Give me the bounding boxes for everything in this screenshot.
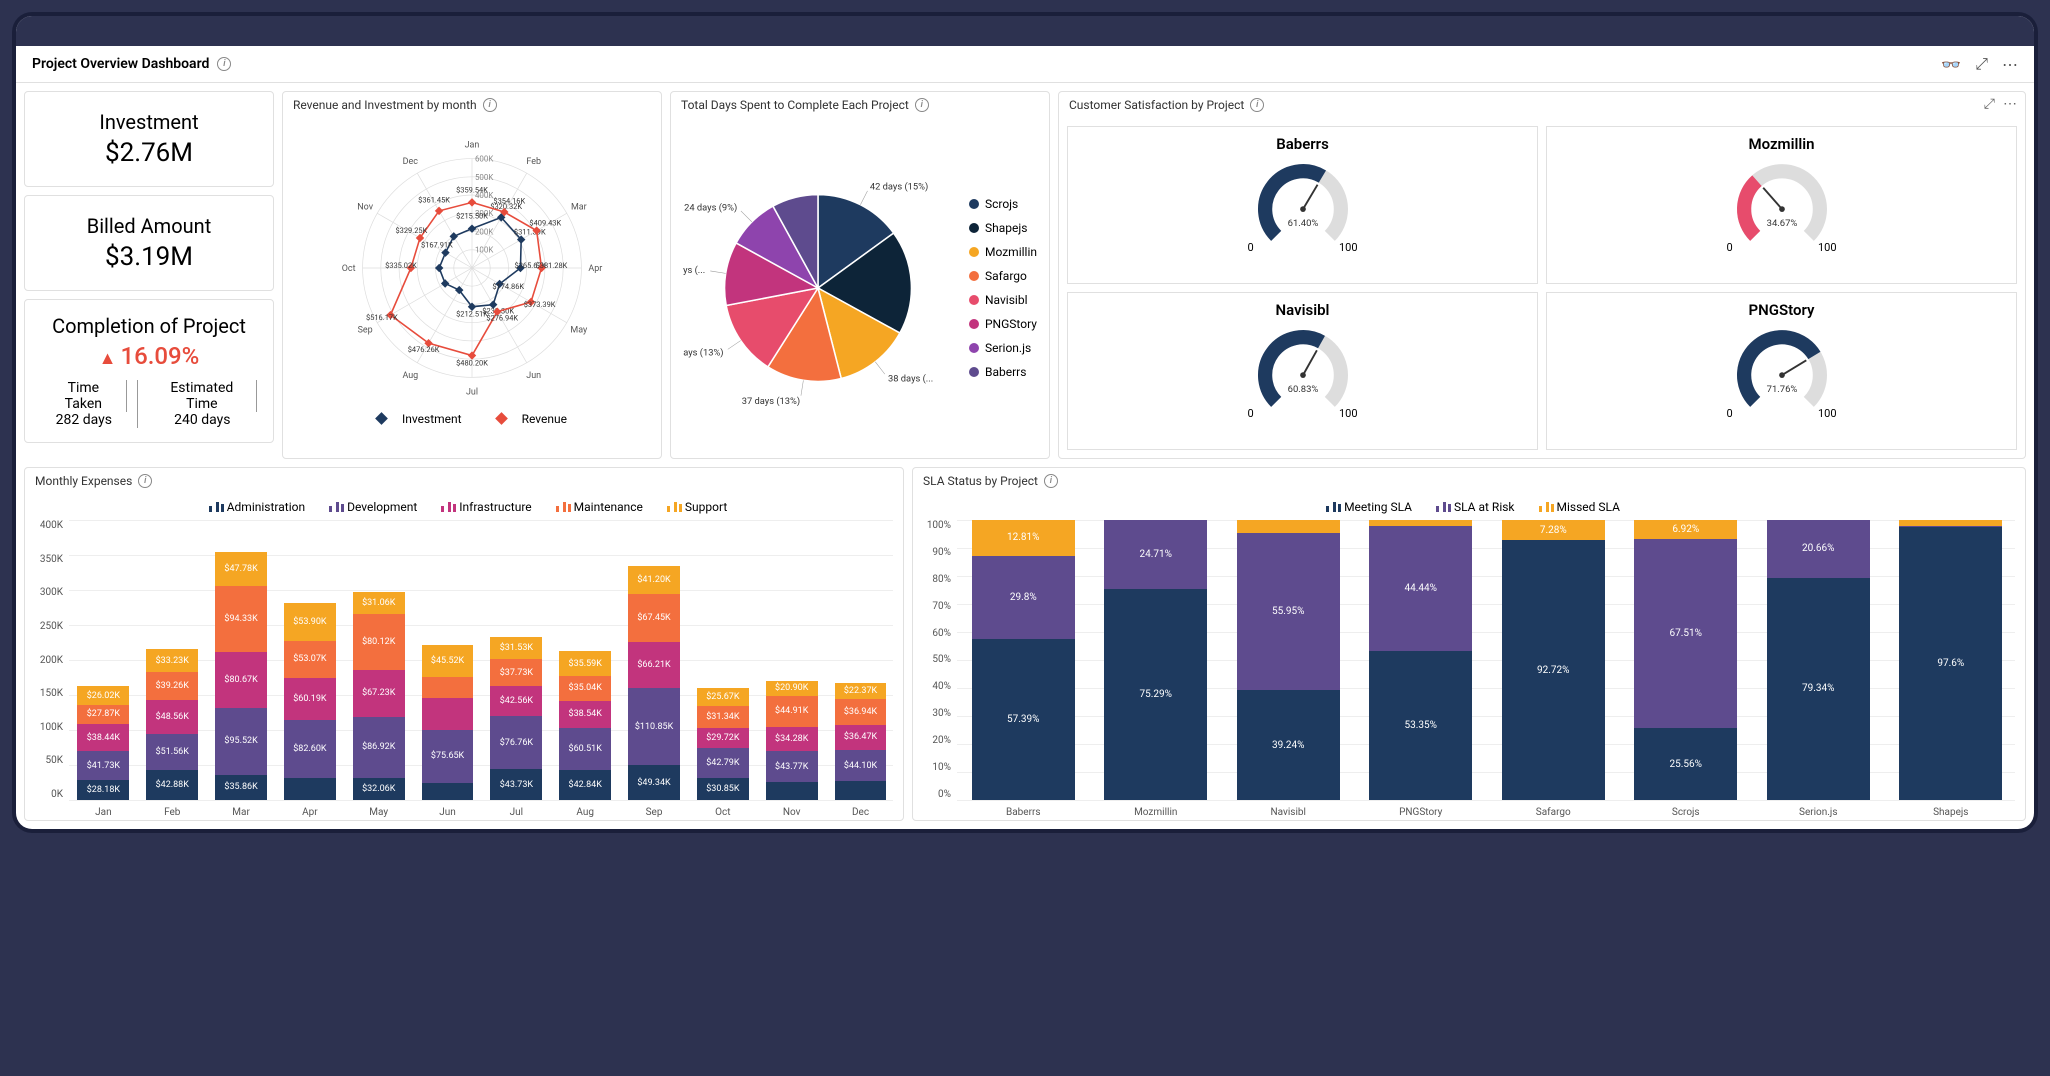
svg-text:$212.51K: $212.51K (456, 310, 488, 319)
page-title: Project Overview Dashboard (32, 56, 209, 72)
svg-text:24 days (9%): 24 days (9%) (684, 202, 737, 213)
sla-card: SLA Status by Project i Meeting SLASLA a… (912, 467, 2026, 821)
gauges-card: Customer Satisfaction by Project i ⤢ ⋯ B… (1058, 91, 2026, 459)
svg-text:$354.16K: $354.16K (493, 196, 525, 205)
svg-text:Jun: Jun (526, 371, 541, 381)
kpi-billed: Billed Amount $3.19M (24, 195, 274, 291)
svg-text:$381.28K: $381.28K (536, 261, 568, 270)
dashboard-header: Project Overview Dashboard i 👓 ⤢ ⋯ (16, 46, 2034, 83)
expand-icon[interactable]: ⤢ (1975, 54, 1988, 74)
radar-card: Revenue and Investment by month i 100K20… (282, 91, 662, 459)
svg-text:31 days (...: 31 days (... (683, 265, 705, 276)
svg-text:$409.43K: $409.43K (529, 219, 561, 228)
gauge-mozmillin: Mozmillin 34.67% 0100 (1546, 126, 2017, 284)
gauge-pngstory: PNGStory 71.76% 0100 (1546, 292, 2017, 450)
svg-text:$311.39K: $311.39K (514, 228, 546, 237)
svg-text:500K: 500K (475, 173, 493, 182)
svg-text:Jan: Jan (465, 141, 480, 151)
svg-text:$215.50K: $215.50K (456, 212, 488, 221)
info-icon[interactable]: i (138, 474, 152, 488)
svg-text:May: May (570, 326, 588, 336)
pie-legend: ScrojsShapejsMozmillinSafargoNavisiblPNG… (969, 197, 1037, 379)
svg-text:$480.20K: $480.20K (456, 358, 488, 367)
info-icon[interactable]: i (1250, 98, 1264, 112)
gauge-navisibl: Navisibl 60.83% 0100 (1067, 292, 1538, 450)
svg-text:$167.91K: $167.91K (421, 241, 453, 250)
info-icon[interactable]: i (1044, 474, 1058, 488)
expand-icon[interactable]: ⤢ (1984, 96, 1995, 112)
svg-text:38 days (...: 38 days (... (888, 373, 933, 384)
sla-chart: 0%10%20%30%40%50%60%70%80%90%100%57.39%2… (913, 520, 2025, 820)
glasses-icon[interactable]: 👓 (1941, 55, 1961, 74)
svg-text:$359.54K: $359.54K (456, 185, 488, 194)
svg-text:71.76%: 71.76% (1766, 384, 1797, 395)
svg-text:Oct: Oct (342, 264, 356, 274)
kpi-investment: Investment $2.76M (24, 91, 274, 187)
svg-text:60.83%: 60.83% (1287, 384, 1318, 395)
more-icon[interactable]: ⋯ (2002, 55, 2018, 74)
info-icon[interactable]: i (483, 98, 497, 112)
svg-text:Sep: Sep (358, 326, 373, 336)
svg-text:37 days (13%): 37 days (13%) (683, 347, 724, 358)
info-icon[interactable]: i (915, 98, 929, 112)
svg-text:Aug: Aug (402, 371, 418, 381)
expenses-card: Monthly Expenses i AdministrationDevelop… (24, 467, 904, 821)
svg-text:$335.02K: $335.02K (385, 261, 417, 270)
pie-chart: 42 days (15%) 38 days (... 37 days (13%) 37… (683, 148, 953, 428)
expenses-legend: AdministrationDevelopmentInfrastructureM… (25, 494, 903, 520)
window-titlebar (16, 16, 2034, 46)
pie-card: Total Days Spent to Complete Each Projec… (670, 91, 1050, 459)
svg-text:42 days (15%): 42 days (15%) (870, 181, 928, 192)
svg-text:$276.94K: $276.94K (486, 313, 518, 322)
info-icon[interactable]: i (217, 57, 231, 71)
radar-chart: 100K200K300K400K500K600KJanFebMarAprMayJ… (283, 118, 661, 408)
svg-text:Mar: Mar (571, 202, 587, 212)
svg-text:$329.25K: $329.25K (395, 226, 427, 235)
triangle-up-icon: ▲ (99, 348, 117, 369)
more-icon[interactable]: ⋯ (2003, 96, 2017, 112)
svg-text:Dec: Dec (403, 157, 419, 167)
gauge-baberrs: Baberrs 61.40% 0100 (1067, 126, 1538, 284)
svg-text:Feb: Feb (526, 157, 541, 167)
svg-text:$174.86K: $174.86K (492, 282, 524, 291)
svg-text:$373.39K: $373.39K (524, 300, 556, 309)
svg-text:$361.45K: $361.45K (418, 195, 450, 204)
svg-text:$476.26K: $476.26K (408, 345, 440, 354)
kpi-completion: Completion of Project ▲16.09% Time Taken… (24, 299, 274, 443)
svg-text:61.40%: 61.40% (1287, 218, 1318, 229)
svg-text:37 days (13%): 37 days (13%) (742, 396, 800, 407)
sla-legend: Meeting SLASLA at RiskMissed SLA (913, 494, 2025, 520)
svg-text:Apr: Apr (588, 264, 602, 274)
expenses-chart: 0K50K100K150K200K250K300K350K400K$28.18K… (25, 520, 903, 820)
svg-text:34.67%: 34.67% (1766, 218, 1797, 229)
svg-text:Nov: Nov (357, 202, 373, 212)
svg-text:600K: 600K (475, 155, 493, 164)
svg-text:Jul: Jul (466, 387, 478, 397)
svg-text:$516.17K: $516.17K (366, 313, 398, 322)
